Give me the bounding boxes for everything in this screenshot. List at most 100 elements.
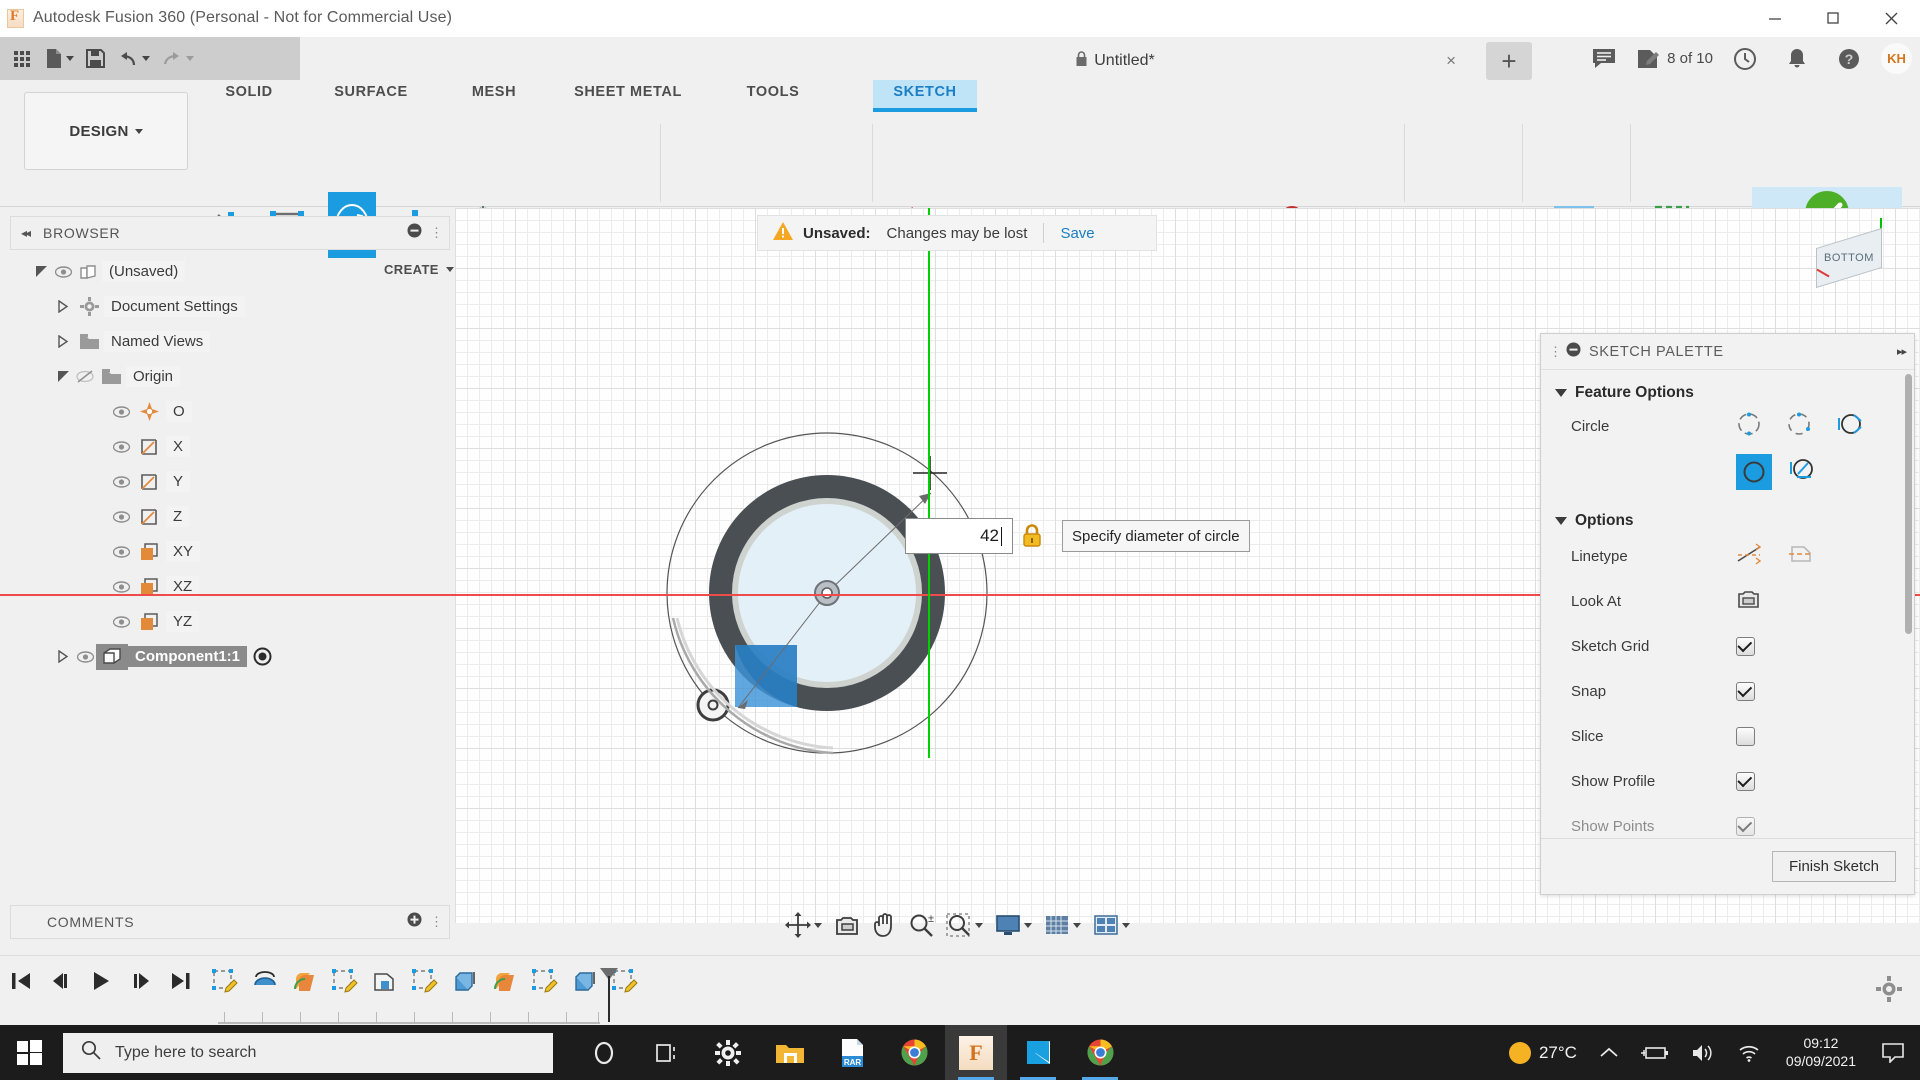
double-chevron-right-icon[interactable]: ▸▸ <box>1897 345 1907 358</box>
viewports-icon[interactable] <box>1088 907 1135 943</box>
tree-item-plane-yz[interactable]: YZ <box>0 604 455 639</box>
save-link[interactable]: Save <box>1060 225 1094 242</box>
timeline-marker[interactable] <box>598 966 620 1029</box>
tab-sketch[interactable]: SKETCH <box>873 80 977 112</box>
timeline-fillet-icon[interactable] <box>492 969 518 998</box>
maximize-icon[interactable] <box>1804 0 1862 37</box>
row-snap[interactable]: Snap <box>1541 669 1914 714</box>
tree-item-unsaved[interactable]: (Unsaved) <box>0 254 455 289</box>
task-view-icon[interactable] <box>635 1025 697 1080</box>
undo-button[interactable] <box>113 42 154 76</box>
minimize-icon[interactable] <box>1746 0 1804 37</box>
timeline-extrude-blue-icon[interactable] <box>572 969 598 998</box>
tree-item-named-views[interactable]: Named Views <box>0 324 455 359</box>
tab-sheet-metal[interactable]: SHEET METAL <box>566 80 690 112</box>
timeline-extrude-blue-icon[interactable] <box>452 969 478 998</box>
timeline-fillet-icon[interactable] <box>292 969 318 998</box>
tree-item-origin-point[interactable]: O <box>0 394 455 429</box>
fusion360-icon[interactable]: F <box>945 1025 1007 1080</box>
tab-surface[interactable]: SURFACE <box>320 80 422 112</box>
visibility-hidden-icon[interactable] <box>74 370 96 383</box>
notifications-bell-icon[interactable] <box>1771 37 1823 80</box>
visibility-eye-icon[interactable] <box>110 440 132 453</box>
play-icon[interactable] <box>90 970 112 997</box>
view-cube[interactable]: BOTTOM <box>1786 218 1896 310</box>
orbit-icon[interactable] <box>780 907 827 943</box>
expand-triangle-icon[interactable] <box>52 335 74 348</box>
minus-circle-icon[interactable] <box>1566 342 1581 362</box>
close-icon[interactable] <box>1862 0 1920 37</box>
two-tangent-circle-icon[interactable] <box>1736 454 1772 490</box>
visibility-eye-icon[interactable] <box>52 265 74 278</box>
row-show-profile[interactable]: Show Profile <box>1541 759 1914 804</box>
centerline-linetype-icon[interactable] <box>1788 543 1814 570</box>
expand-triangle-icon[interactable] <box>52 300 74 313</box>
action-center-icon[interactable] <box>1870 1025 1916 1080</box>
tree-item-document-settings[interactable]: Document Settings <box>0 289 455 324</box>
row-sketch-grid[interactable]: Sketch Grid <box>1541 624 1914 669</box>
palette-scrollbar[interactable] <box>1905 374 1912 634</box>
expand-triangle-icon[interactable] <box>52 650 74 663</box>
show-points-checkbox[interactable] <box>1736 817 1755 836</box>
volume-icon[interactable] <box>1680 1043 1726 1063</box>
visibility-eye-icon[interactable] <box>110 615 132 628</box>
winrar-icon[interactable]: RAR <box>821 1025 883 1080</box>
row-show-points[interactable]: Show Points <box>1541 804 1914 840</box>
add-comment-icon[interactable] <box>407 912 422 932</box>
look-at-camera-icon[interactable] <box>1736 588 1761 615</box>
tab-solid[interactable]: SOLID <box>206 80 292 112</box>
settings-gear-icon[interactable] <box>697 1025 759 1080</box>
snap-checkbox[interactable] <box>1736 682 1755 701</box>
visibility-eye-icon[interactable] <box>110 510 132 523</box>
look-at-camera-icon[interactable] <box>829 907 866 943</box>
windows-start-icon[interactable] <box>0 1025 58 1080</box>
workspace-switcher[interactable]: DESIGN <box>24 92 188 170</box>
tree-item-axis-z[interactable]: Z <box>0 499 455 534</box>
new-tab-button[interactable]: + <box>1486 42 1532 80</box>
show-hidden-icons-icon[interactable] <box>1588 1046 1630 1060</box>
zoom-window-icon[interactable] <box>941 907 988 943</box>
three-tangent-circle-icon[interactable] <box>1788 457 1816 488</box>
row-slice[interactable]: Slice <box>1541 714 1914 759</box>
weather-widget[interactable]: 27°C <box>1496 1040 1588 1066</box>
tab-tools[interactable]: TOOLS <box>730 80 816 112</box>
panel-grip[interactable]: ⋮ <box>430 225 443 241</box>
timeline-settings-gear-icon[interactable] <box>1876 976 1902 1007</box>
activate-component-radio[interactable] <box>247 647 277 666</box>
recent-activity-clock-icon[interactable] <box>1719 37 1771 80</box>
panel-grip[interactable]: ⋮ <box>1549 344 1562 360</box>
minus-circle-icon[interactable] <box>407 223 422 243</box>
file-explorer-icon[interactable] <box>759 1025 821 1080</box>
comments-panel-icon[interactable] <box>1578 37 1630 80</box>
skip-end-icon[interactable] <box>170 970 192 997</box>
wifi-icon[interactable] <box>1726 1043 1772 1062</box>
slice-checkbox[interactable] <box>1736 727 1755 746</box>
app-grid-icon[interactable] <box>8 42 38 76</box>
visibility-eye-icon[interactable] <box>110 405 132 418</box>
visibility-eye-icon[interactable] <box>74 650 96 663</box>
skip-start-icon[interactable] <box>10 970 32 997</box>
section-feature-options[interactable]: Feature Options <box>1541 370 1914 406</box>
display-settings-icon[interactable] <box>990 907 1037 943</box>
tree-item-axis-x[interactable]: X <box>0 429 455 464</box>
expand-triangle-icon[interactable] <box>30 265 52 278</box>
visibility-eye-icon[interactable] <box>110 475 132 488</box>
zoom-icon[interactable]: ± <box>904 907 939 943</box>
lock-closed-icon[interactable] <box>1022 523 1042 552</box>
finish-sketch-palette-button[interactable]: Finish Sketch <box>1771 851 1896 882</box>
tree-item-component1[interactable]: Component1:1 <box>0 639 455 674</box>
tree-item-origin[interactable]: Origin <box>0 359 455 394</box>
timeline-sketch-icon[interactable] <box>332 968 358 999</box>
center-diameter-circle-icon[interactable] <box>1736 411 1762 442</box>
viewcube-face[interactable]: BOTTOM <box>1816 227 1882 289</box>
timeline-revolve-icon[interactable] <box>252 969 278 998</box>
step-back-icon[interactable] <box>50 970 72 997</box>
timeline-sketch-icon[interactable] <box>412 968 438 999</box>
timeline-extrude-icon[interactable] <box>372 969 398 998</box>
panel-grip[interactable]: ⋮ <box>430 914 443 930</box>
two-point-circle-icon[interactable] <box>1786 411 1812 442</box>
credits-indicator[interactable]: 8 of 10 <box>1630 48 1719 70</box>
camtasia-icon[interactable] <box>1007 1025 1069 1080</box>
timeline-sketch-icon[interactable] <box>532 968 558 999</box>
document-tab[interactable]: Untitled* × <box>760 42 1470 80</box>
